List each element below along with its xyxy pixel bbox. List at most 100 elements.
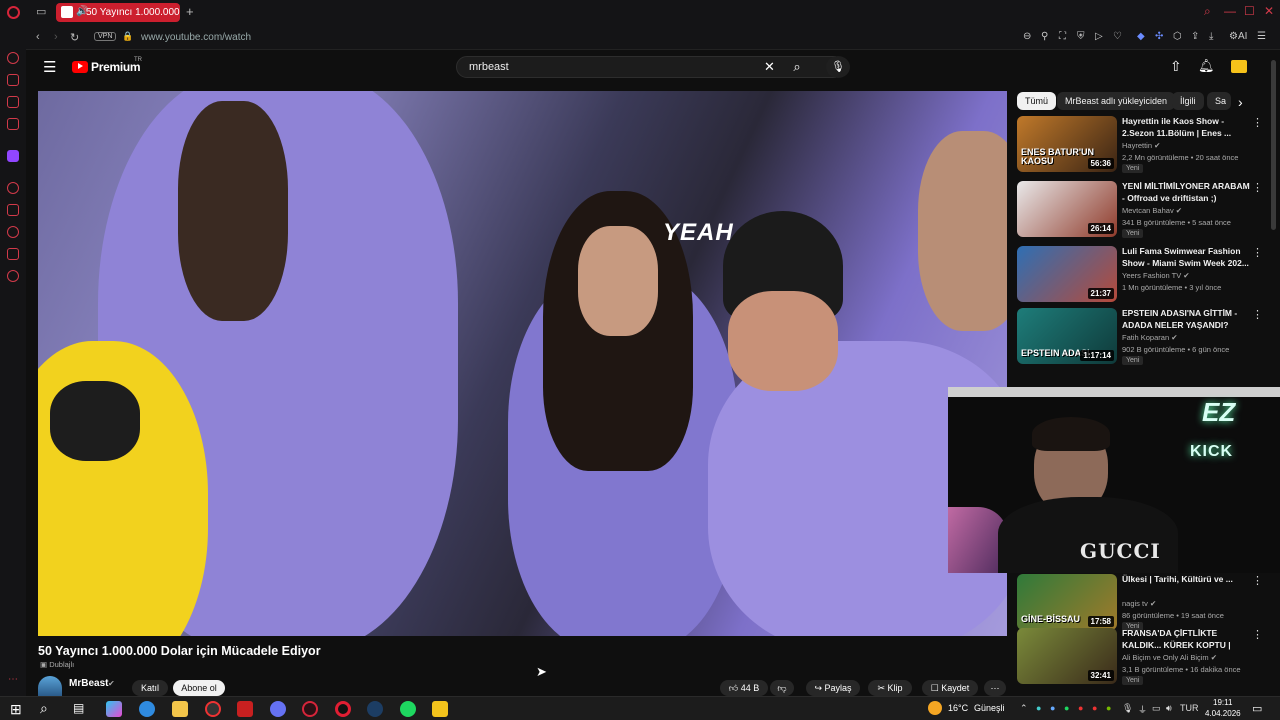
opera-taskbar-icon[interactable]: [335, 701, 351, 717]
recommendation-title[interactable]: Luli Fama Swimwear Fashion Show - Miami …: [1122, 246, 1250, 269]
zoom-icon[interactable]: ⊖: [1023, 31, 1031, 42]
voice-search-button[interactable]: 🎙: [826, 56, 850, 78]
tray-chevron-icon[interactable]: ⌃: [1020, 703, 1028, 714]
tray-spotify-icon[interactable]: ●: [1064, 703, 1069, 713]
weather-icon[interactable]: [928, 701, 942, 715]
recommendation-title[interactable]: FRANSA'DA ÇİFTLİKTE KALDIK... KÜREK KOPT…: [1122, 628, 1250, 652]
menu-icon[interactable]: ☰: [1257, 31, 1266, 42]
more-options-icon[interactable]: ⋮: [1252, 574, 1263, 587]
sidebar-clock-icon[interactable]: [7, 226, 19, 238]
tray-network-icon[interactable]: ▭: [1152, 703, 1161, 714]
tray-volume-icon[interactable]: 🔊︎: [1166, 703, 1172, 714]
more-options-icon[interactable]: ⋮: [1252, 308, 1263, 321]
more-actions-button[interactable]: ⋯: [984, 680, 1006, 696]
sidebar-player-icon[interactable]: [7, 182, 19, 194]
clear-search-icon[interactable]: ✕: [764, 59, 775, 75]
video-thumbnail[interactable]: 32:41: [1017, 628, 1117, 684]
recommendation-channel[interactable]: Fatih Koparan ✔: [1122, 333, 1178, 342]
tray-app-icon[interactable]: ●: [1036, 703, 1041, 713]
recommendation-channel[interactable]: Hayrettin ✔: [1122, 141, 1160, 150]
more-options-icon[interactable]: ⋮: [1252, 628, 1263, 641]
spotify-icon[interactable]: [400, 701, 416, 717]
chip-more[interactable]: Sa: [1207, 92, 1231, 110]
forward-icon[interactable]: ›: [54, 31, 58, 43]
sidebar-box-icon[interactable]: [7, 248, 19, 260]
audio-ext-icon[interactable]: ◆: [1137, 31, 1145, 42]
video-thumbnail[interactable]: ENES BATUR'UN KAOSU 56:36: [1017, 116, 1117, 172]
close-window-button[interactable]: ✕: [1264, 4, 1274, 18]
task-view-icon[interactable]: ▤: [73, 701, 84, 715]
tray-lang[interactable]: TUR: [1180, 703, 1199, 713]
recommendation-item[interactable]: 32:41 FRANSA'DA ÇİFTLİKTE KALDIK... KÜREK…: [1017, 628, 1267, 688]
tab-audio-icon[interactable]: 🔊: [76, 6, 88, 17]
channel-name[interactable]: MrBeast: [69, 678, 108, 689]
sidebar-mail-icon[interactable]: [7, 118, 19, 130]
recommendation-channel[interactable]: Yeers Fashion TV ✔: [1122, 271, 1190, 280]
minimize-button[interactable]: —: [1224, 4, 1236, 18]
aria-icon[interactable]: [7, 52, 19, 64]
account-avatar[interactable]: [1231, 60, 1247, 73]
recommendation-item[interactable]: 26:14 YENİ MİLTİMİLYONER ARABAM - Offroad…: [1017, 181, 1267, 241]
copilot-icon[interactable]: [106, 701, 122, 717]
more-options-icon[interactable]: ⋮: [1252, 181, 1263, 194]
tray-steam-icon[interactable]: ●: [1050, 703, 1055, 713]
workspaces-icon[interactable]: ▭: [36, 5, 46, 18]
opera-logo-icon[interactable]: [7, 6, 20, 19]
like-button[interactable]: 👍︎ 44 B: [720, 680, 768, 696]
recommendation-title[interactable]: Hayrettin ile Kaos Show - 2.Sezon 11.Böl…: [1122, 116, 1250, 139]
shield-icon[interactable]: ⛨: [1077, 31, 1085, 42]
search-button[interactable]: ⌕: [784, 56, 810, 78]
maximize-button[interactable]: ☐: [1244, 4, 1255, 18]
edge-icon[interactable]: [139, 701, 155, 717]
dislike-button[interactable]: 👎︎: [770, 680, 794, 696]
video-player[interactable]: YEAH: [38, 91, 1007, 636]
clock-date[interactable]: 4.04.2026: [1205, 709, 1241, 718]
chips-next-icon[interactable]: ›: [1238, 94, 1243, 110]
start-button[interactable]: ⊞: [10, 701, 22, 718]
recommendation-channel[interactable]: Mevtcan Bahav ✔: [1122, 206, 1182, 215]
join-button[interactable]: Katıl: [132, 680, 168, 696]
file-explorer-icon[interactable]: [172, 701, 188, 717]
recommendation-title[interactable]: Ülkesi | Tarihi, Kültürü ve ...: [1122, 574, 1250, 586]
recommendation-item[interactable]: 21:37 Luli Fama Swimwear Fashion Show - M…: [1017, 246, 1267, 306]
tray-mic-icon[interactable]: 🎙: [1122, 703, 1133, 714]
active-tab[interactable]: 🔊 50 Yayıncı 1.000.000 D: [56, 3, 180, 22]
screen-recorder-icon[interactable]: [205, 701, 221, 717]
new-tab-button[interactable]: +: [186, 4, 194, 19]
video-thumbnail[interactable]: 26:14: [1017, 181, 1117, 237]
download-icon[interactable]: ⤓: [1209, 31, 1213, 42]
share-icon[interactable]: ⇪: [1191, 31, 1199, 42]
chip-related[interactable]: İlgili: [1172, 92, 1204, 110]
chip-from-uploader[interactable]: MrBeast adlı yükleyiciden: [1057, 92, 1176, 110]
heart-icon[interactable]: ♡: [1113, 31, 1122, 42]
search-taskbar-icon[interactable]: ⌕: [40, 700, 48, 717]
clock-time[interactable]: 19:11: [1213, 698, 1232, 707]
back-icon[interactable]: ‹: [36, 31, 40, 43]
extensions-icon[interactable]: ⬡: [1173, 31, 1182, 42]
subscribe-button[interactable]: Abone ol: [173, 680, 225, 696]
recommendation-title[interactable]: YENİ MİLTİMİLYONER ARABAM - Offroad ve d…: [1122, 181, 1250, 204]
recommendation-item[interactable]: EPSTEIN ADASI 1:17:14 EPSTEIN ADASI'NA GİT…: [1017, 308, 1267, 368]
search-tabs-icon[interactable]: ⌕: [1204, 4, 1211, 19]
save-button[interactable]: ☐ Kaydet: [922, 680, 978, 696]
pin-icon[interactable]: ⚲: [1041, 31, 1048, 42]
share-button[interactable]: ↪ Paylaş: [806, 680, 860, 696]
more-options-icon[interactable]: ⋮: [1252, 116, 1263, 129]
video-thumbnail[interactable]: 21:37: [1017, 246, 1117, 302]
sidebar-settings-icon[interactable]: [7, 270, 19, 282]
tray-red-icon[interactable]: ●: [1092, 703, 1097, 713]
recommendation-channel[interactable]: Ali Biçim ve Only Ali Biçim ✔: [1122, 653, 1217, 662]
opera-gx-taskbar-icon[interactable]: [302, 701, 318, 717]
sidebar-messenger-icon[interactable]: [7, 96, 19, 108]
steam-icon[interactable]: [367, 701, 383, 717]
notifications-bell-icon[interactable]: 🔔︎: [1198, 58, 1215, 74]
rail-scrollbar[interactable]: [1271, 60, 1276, 230]
kick-app-icon[interactable]: [432, 701, 448, 717]
translate-icon[interactable]: ✣: [1155, 31, 1163, 42]
discord-icon[interactable]: [270, 701, 286, 717]
sidebar-more-icon[interactable]: ⋯: [8, 674, 18, 685]
reload-icon[interactable]: ↻: [70, 31, 79, 44]
notifications-icon[interactable]: ▭: [1252, 702, 1262, 715]
recommendation-channel[interactable]: nagis tv ✔: [1122, 599, 1156, 608]
sidebar-history-icon[interactable]: [7, 204, 19, 216]
